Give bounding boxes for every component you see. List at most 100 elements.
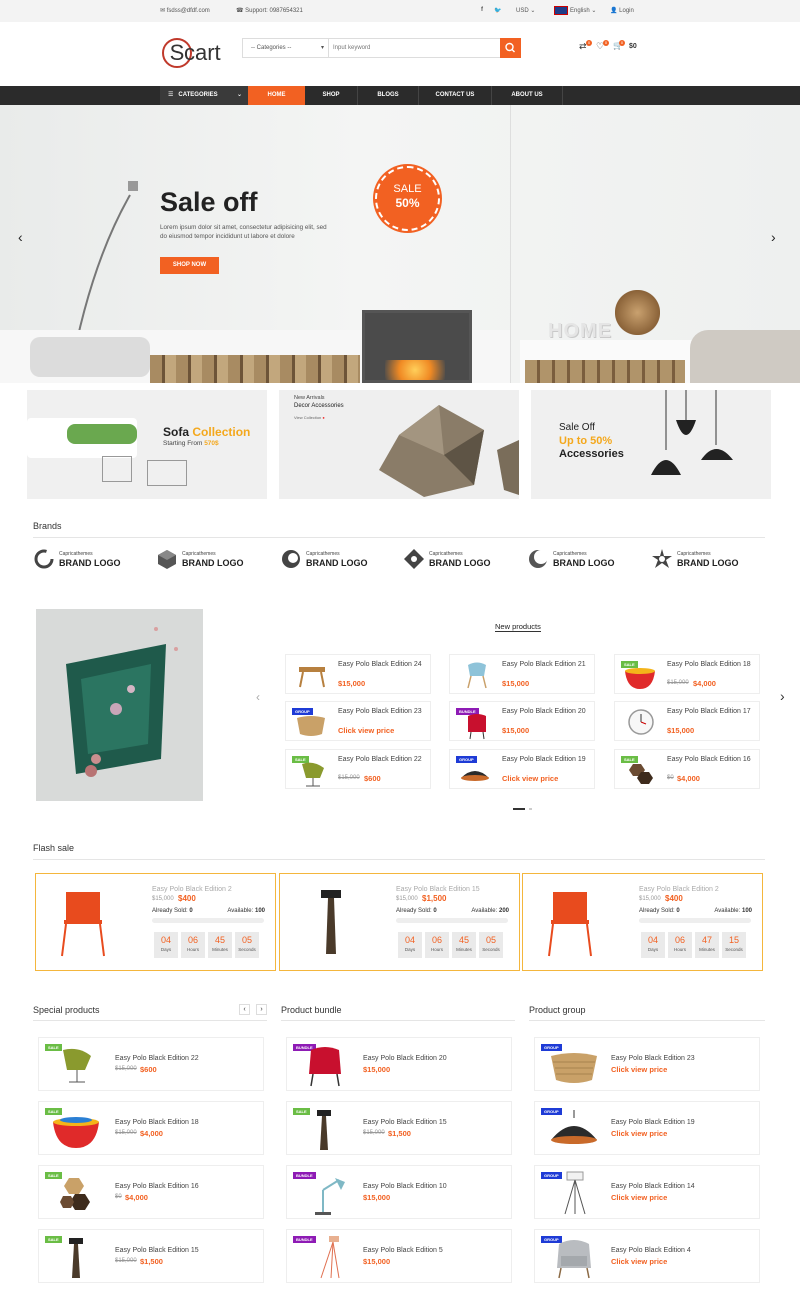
special-next-button[interactable]: › xyxy=(256,1004,267,1015)
egg-chair-image xyxy=(63,1048,91,1083)
cart-total[interactable]: $0 xyxy=(629,43,637,50)
category-select[interactable]: -- Categories -- ▾ xyxy=(243,39,329,57)
product-card[interactable]: SALE Easy Polo Black Edition 22 $15,000 $… xyxy=(285,749,431,789)
brand-logo-2[interactable]: Capricathemes BRAND LOGO xyxy=(156,548,256,574)
categories-menu[interactable]: ☰ CATEGORIES ⌄ xyxy=(160,86,248,105)
search-icon xyxy=(505,42,515,53)
brand-crescent-icon xyxy=(529,550,548,568)
carousel-dot[interactable] xyxy=(529,808,532,810)
twitter-icon[interactable]: 🐦 xyxy=(494,7,501,14)
flash-sale-card[interactable]: Easy Polo Black Edition 2 $15,000 $400 Al… xyxy=(522,873,763,971)
search-bar: -- Categories -- ▾ Input keyword xyxy=(242,38,521,58)
tripod-lamp-image xyxy=(320,1236,340,1279)
site-logo[interactable]: S cart xyxy=(162,38,232,72)
header: S cart -- Categories -- ▾ Input keyword ⇄… xyxy=(0,22,800,86)
product-card[interactable]: SALE Easy Polo Black Edition 18 $15,000 $… xyxy=(614,654,760,694)
slider-prev-arrow[interactable]: ‹ xyxy=(18,229,23,245)
lamp-banner[interactable]: Sale Off Up to 50% Accessories xyxy=(531,390,771,499)
group-product-card[interactable]: GROUP Easy Polo Black Edition 4 Click vie… xyxy=(534,1229,760,1283)
special-products-title: Special products xyxy=(33,1005,100,1015)
grey-armchair-image xyxy=(557,1240,591,1279)
nav-home[interactable]: HOME xyxy=(248,86,305,105)
clock-image xyxy=(628,709,654,735)
sofa-banner[interactable]: Sofa Collection Starting From 570$ xyxy=(27,390,267,499)
language-select[interactable]: English ⌄ xyxy=(570,7,596,14)
product-card[interactable]: GROUP Easy Polo Black Edition 23 Click vi… xyxy=(285,701,431,741)
special-product-card[interactable]: SALE Easy Polo Black Edition 16 $0 $4,000 xyxy=(38,1165,264,1219)
special-product-card[interactable]: SALE Easy Polo Black Edition 15 $15,000 $1… xyxy=(38,1229,264,1283)
floor-lamp-image xyxy=(321,890,341,954)
cart-count: 0 xyxy=(619,40,625,46)
pendant-lamp-image xyxy=(551,1110,597,1144)
search-input[interactable]: Input keyword xyxy=(333,39,370,57)
new-products-next-arrow[interactable]: › xyxy=(780,688,785,704)
chair-image xyxy=(467,662,487,689)
group-product-card[interactable]: GROUP Easy Polo Black Edition 14 Click vi… xyxy=(534,1165,760,1219)
desk-lamp-image xyxy=(315,1178,345,1215)
facebook-icon[interactable]: f xyxy=(481,7,483,13)
brand-logo-5[interactable]: Capricathemes BRAND LOGO xyxy=(527,548,627,574)
slider-next-arrow[interactable]: › xyxy=(771,229,776,245)
hero-text: Lorem ipsum dolor sit amet, consectetur … xyxy=(160,224,327,240)
carousel-dot-active[interactable] xyxy=(513,808,525,810)
basket-image xyxy=(551,1053,597,1083)
pendant-lamps-image xyxy=(651,390,733,475)
decor-banner[interactable]: New Arrivals Decor Accessories View Coll… xyxy=(279,390,519,499)
brand-logo-3[interactable]: Capricathemes BRAND LOGO xyxy=(280,548,380,574)
hero-slider: HOME Sale off Lorem ipsum dolor sit amet… xyxy=(0,105,800,383)
nav-contact[interactable]: CONTACT US xyxy=(419,86,491,105)
product-card[interactable]: Easy Polo Black Edition 17 $15,000 xyxy=(614,701,760,741)
brand-logo-4[interactable]: Capricathemes BRAND LOGO xyxy=(403,548,503,574)
group-product-card[interactable]: GROUP Easy Polo Black Edition 19 Click vi… xyxy=(534,1101,760,1155)
egg-chair-image xyxy=(302,762,324,787)
group-product-card[interactable]: GROUP Easy Polo Black Edition 23 Click vi… xyxy=(534,1037,760,1091)
product-card[interactable]: GROUP Easy Polo Black Edition 19 Click vi… xyxy=(449,749,595,789)
new-products-title[interactable]: New products xyxy=(495,622,541,632)
nav-blogs[interactable]: BLOGS xyxy=(358,86,418,105)
product-card[interactable]: BUNDLE Easy Polo Black Edition 20 $15,000 xyxy=(449,701,595,741)
bundle-product-card[interactable]: SALE Easy Polo Black Edition 15 $15,000 $1… xyxy=(286,1101,512,1155)
logo-text: cart xyxy=(184,40,221,65)
flash-sale-card[interactable]: Easy Polo Black Edition 2 $15,000 $400 Al… xyxy=(35,873,276,971)
bundle-product-card[interactable]: BUNDLE Easy Polo Black Edition 5 $15,000 xyxy=(286,1229,512,1283)
bundle-product-card[interactable]: BUNDLE Easy Polo Black Edition 20 $15,000 xyxy=(286,1037,512,1091)
basket-image xyxy=(297,716,325,736)
shop-now-button[interactable]: SHOP NOW xyxy=(160,257,219,274)
nav-about[interactable]: ABOUT US xyxy=(492,86,562,105)
special-prev-button[interactable]: ‹ xyxy=(239,1004,250,1015)
special-product-card[interactable]: SALE Easy Polo Black Edition 22 $15,000 $6… xyxy=(38,1037,264,1091)
bundle-product-card[interactable]: BUNDLE Easy Polo Black Edition 10 $15,000 xyxy=(286,1165,512,1219)
email-contact[interactable]: ✉ fsdss@dfdf.com xyxy=(160,7,210,14)
wishlist-count: 0 xyxy=(603,40,609,46)
brand-logo-1[interactable]: Capricathemes BRAND LOGO xyxy=(33,548,133,574)
product-group-title: Product group xyxy=(529,1005,586,1015)
new-products-prev-arrow[interactable]: ‹ xyxy=(256,690,260,704)
brand-cube-icon xyxy=(158,550,176,569)
support-contact: ☎ Support: 0987654321 xyxy=(236,8,303,14)
flash-sale-card[interactable]: Easy Polo Black Edition 15 $15,000 $1,500… xyxy=(279,873,520,971)
bowls-image xyxy=(53,1117,99,1148)
currency-select[interactable]: USD ⌄ xyxy=(516,7,535,14)
product-card[interactable]: SALE Easy Polo Black Edition 16 $0 $4,000 xyxy=(614,749,760,789)
floor-lamp-image xyxy=(317,1110,331,1150)
home-wall-decor: HOME xyxy=(548,320,612,342)
uk-flag-icon xyxy=(554,6,568,15)
login-link[interactable]: 👤 Login xyxy=(610,7,634,14)
sold-progress-bar xyxy=(396,918,508,923)
armchair-image xyxy=(309,1047,341,1087)
special-product-card[interactable]: SALE Easy Polo Black Edition 18 $15,000 $4… xyxy=(38,1101,264,1155)
stool-image xyxy=(299,667,325,688)
orange-chair-image xyxy=(61,892,105,957)
product-card[interactable]: Easy Polo Black Edition 24 $15,000 xyxy=(285,654,431,694)
pendant-lamp-image xyxy=(461,771,489,781)
pillow-promo-image[interactable] xyxy=(36,609,203,801)
armchair-image xyxy=(468,714,486,740)
floor-lamp-image xyxy=(69,1238,83,1278)
product-card[interactable]: Easy Polo Black Edition 21 $15,000 xyxy=(449,654,595,694)
brand-logo-6[interactable]: Capricathemes BRAND LOGO xyxy=(651,548,751,574)
sale-badge: SALE 50% xyxy=(375,166,440,231)
compare-count: 0 xyxy=(586,40,592,46)
nav-shop[interactable]: SHOP xyxy=(305,86,357,105)
sold-progress-bar xyxy=(639,918,751,923)
search-button[interactable] xyxy=(500,38,521,58)
